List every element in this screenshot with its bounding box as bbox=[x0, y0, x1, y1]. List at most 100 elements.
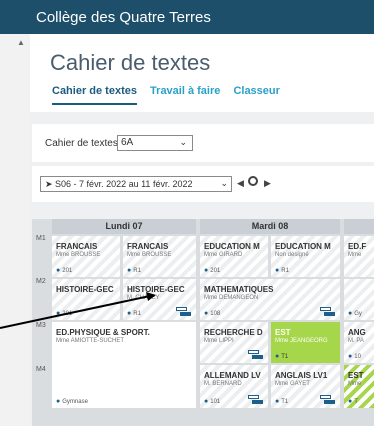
lesson-subject: EDUCATION M bbox=[204, 242, 260, 251]
location-pin-icon: ● bbox=[56, 310, 61, 317]
lesson-teacher: M. PA bbox=[348, 338, 364, 344]
slot-label: M3 bbox=[36, 322, 46, 329]
lesson-room-value: 101 bbox=[210, 399, 221, 405]
lesson-subject: EST bbox=[275, 328, 291, 337]
lesson-card[interactable]: HISTOIRE-GEC ● 201 bbox=[52, 279, 120, 320]
week-select[interactable]: ➤ S06 - 7 févr. 2022 au 11 févr. 2022 ⌄ bbox=[40, 176, 232, 192]
lesson-teacher: Mme LIPPI bbox=[204, 338, 234, 344]
lesson-subject: FRANCAIS bbox=[56, 242, 98, 251]
lesson-card[interactable]: EDUCATION M Mme GIRARD ● 201 bbox=[200, 236, 268, 277]
lesson-subject: EST bbox=[348, 371, 364, 380]
chevron-down-icon: ⌄ bbox=[179, 137, 187, 147]
location-pin-icon: ● bbox=[127, 310, 132, 317]
main-content: Cahier de textes Cahier de textes Travai… bbox=[30, 34, 374, 426]
lesson-card[interactable]: FRANCAIS Mme BROUSSE ● R1 bbox=[123, 236, 196, 277]
lesson-subject: HISTOIRE-GEC bbox=[56, 285, 114, 294]
lesson-subject: ANGLAIS LV1 bbox=[275, 371, 328, 380]
lesson-teacher: M. CHAVEY bbox=[127, 295, 160, 301]
homework-icon[interactable] bbox=[320, 307, 336, 317]
tab-travail-a-faire[interactable]: Travail à faire bbox=[150, 85, 220, 97]
class-select-value: 6A bbox=[121, 137, 134, 148]
lesson-subject: ED.PHYSIQUE & SPORT. bbox=[56, 328, 150, 337]
lesson-room: ● R1 bbox=[127, 267, 141, 274]
lesson-teacher: Mme GIRARD bbox=[204, 252, 243, 258]
lesson-room-value: Gy bbox=[354, 311, 362, 317]
week-bar: ➤ S06 - 7 févr. 2022 au 11 févr. 2022 ⌄ … bbox=[32, 166, 374, 202]
lesson-teacher: Mme JEANGEORG bbox=[275, 338, 328, 344]
lesson-teacher: Mme BROUSSE bbox=[127, 252, 172, 258]
tab-classeur[interactable]: Classeur bbox=[233, 85, 279, 97]
location-pin-icon: ● bbox=[348, 353, 353, 360]
page-title: Cahier de textes bbox=[50, 50, 211, 75]
lesson-room: ● T1 bbox=[275, 353, 288, 360]
lesson-room-value: 10 bbox=[354, 354, 361, 360]
day-header-monday: Lundi 07 bbox=[52, 219, 196, 234]
lesson-card[interactable]: ANGLAIS LV1 Mme GAYET ● T1 bbox=[271, 365, 340, 408]
location-pin-icon: ● bbox=[275, 353, 280, 360]
location-pin-icon: ● bbox=[127, 267, 132, 274]
tab-bar: Cahier de textes Travail à faire Classeu… bbox=[52, 85, 290, 105]
lesson-room: ● R1 bbox=[127, 310, 141, 317]
lesson-card[interactable]: EST Mme ● T bbox=[344, 365, 374, 408]
location-pin-icon: ● bbox=[204, 310, 209, 317]
lesson-room: ● 201 bbox=[204, 267, 220, 274]
lesson-room: ● 101 bbox=[204, 398, 220, 405]
homework-icon[interactable] bbox=[320, 395, 336, 405]
lesson-room: ● R1 bbox=[275, 267, 289, 274]
slot-label: M4 bbox=[36, 366, 46, 373]
lesson-card[interactable]: RECHERCHE D Mme LIPPI bbox=[200, 322, 268, 363]
lesson-subject: ANG bbox=[348, 328, 366, 337]
lesson-teacher: Mme bbox=[348, 381, 362, 387]
homework-icon[interactable] bbox=[248, 350, 264, 360]
day-header-tuesday: Mardi 08 bbox=[200, 219, 340, 234]
lesson-card[interactable]: MATHEMATIQUES Mme DEMANGEON ● 108 bbox=[200, 279, 340, 320]
previous-week-icon[interactable]: ◀ bbox=[237, 178, 244, 189]
lesson-subject: ALLEMAND LV bbox=[204, 371, 261, 380]
lesson-room-value: T bbox=[354, 399, 358, 405]
location-pin-icon: ● bbox=[348, 398, 353, 405]
location-pin-icon: ● bbox=[348, 310, 353, 317]
slot-label: M2 bbox=[36, 278, 46, 285]
location-pin-icon: ● bbox=[56, 398, 61, 405]
lesson-subject: HISTOIRE-GEC bbox=[127, 285, 185, 294]
lesson-teacher: Mme BROUSSE bbox=[56, 252, 101, 258]
lesson-card[interactable]: ● Gy bbox=[344, 279, 374, 320]
lesson-room: ● 201 bbox=[56, 310, 72, 317]
lesson-subject: MATHEMATIQUES bbox=[204, 285, 274, 294]
lesson-card[interactable]: ALLEMAND LV M. BERNARD ● 101 bbox=[200, 365, 268, 408]
homework-icon[interactable] bbox=[176, 307, 192, 317]
current-week-icon[interactable] bbox=[248, 176, 258, 186]
class-select[interactable]: 6A ⌄ bbox=[117, 135, 193, 151]
next-week-icon[interactable]: ▶ bbox=[264, 178, 271, 189]
app-header: Collège des Quatre Terres bbox=[0, 0, 374, 34]
lesson-teacher: Mme GAYET bbox=[275, 381, 310, 387]
lesson-subject: EDUCATION M bbox=[275, 242, 331, 251]
lesson-card[interactable]: ED.F Mme bbox=[344, 236, 374, 277]
lesson-room-value: T1 bbox=[281, 354, 289, 360]
lesson-teacher: Mme AMIOTTE-SUCHET bbox=[56, 338, 125, 344]
lesson-room-value: 108 bbox=[210, 311, 221, 317]
lesson-room-value: 201 bbox=[210, 268, 221, 274]
lesson-teacher: Mme bbox=[348, 252, 362, 258]
lesson-card[interactable]: ANG M. PA ● 10 bbox=[344, 322, 374, 363]
lesson-card[interactable]: EST Mme JEANGEORG ● T1 bbox=[271, 322, 340, 363]
location-pin-icon: ● bbox=[56, 267, 61, 274]
lesson-card[interactable]: FRANCAIS Mme BROUSSE ● 201 bbox=[52, 236, 120, 277]
lesson-card[interactable]: HISTOIRE-GEC M. CHAVEY ● R1 bbox=[123, 279, 196, 320]
lesson-room-value: 201 bbox=[62, 268, 73, 274]
homework-icon[interactable] bbox=[248, 395, 264, 405]
lesson-room: ● 108 bbox=[204, 310, 220, 317]
tab-cahier-de-textes[interactable]: Cahier de textes bbox=[52, 85, 137, 105]
location-pin-icon: ● bbox=[204, 267, 209, 274]
lesson-card[interactable]: ED.PHYSIQUE & SPORT. Mme AMIOTTE-SUCHET … bbox=[52, 322, 196, 408]
lesson-room: ● 10 bbox=[348, 353, 361, 360]
lesson-room-value: Gymnase bbox=[62, 399, 88, 405]
lesson-subject: FRANCAIS bbox=[127, 242, 169, 251]
scroll-up-icon[interactable]: ▲ bbox=[17, 38, 25, 47]
lesson-teacher: Mme DEMANGEON bbox=[204, 295, 259, 301]
lesson-room-value: R1 bbox=[281, 268, 289, 274]
left-gutter bbox=[0, 34, 30, 426]
lesson-card[interactable]: EDUCATION M Non désigné ● R1 bbox=[271, 236, 340, 277]
chevron-down-icon: ⌄ bbox=[220, 178, 228, 188]
timetable-grid: Lundi 07 Mardi 08 M1 M2 M3 M4 FRANCAIS M… bbox=[32, 219, 374, 426]
